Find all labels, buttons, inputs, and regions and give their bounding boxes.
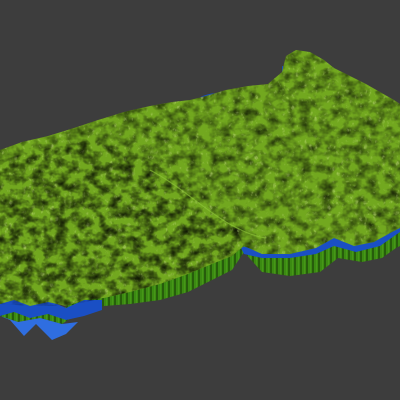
3d-viewport[interactable] <box>0 0 400 400</box>
terrain-render <box>0 0 400 400</box>
